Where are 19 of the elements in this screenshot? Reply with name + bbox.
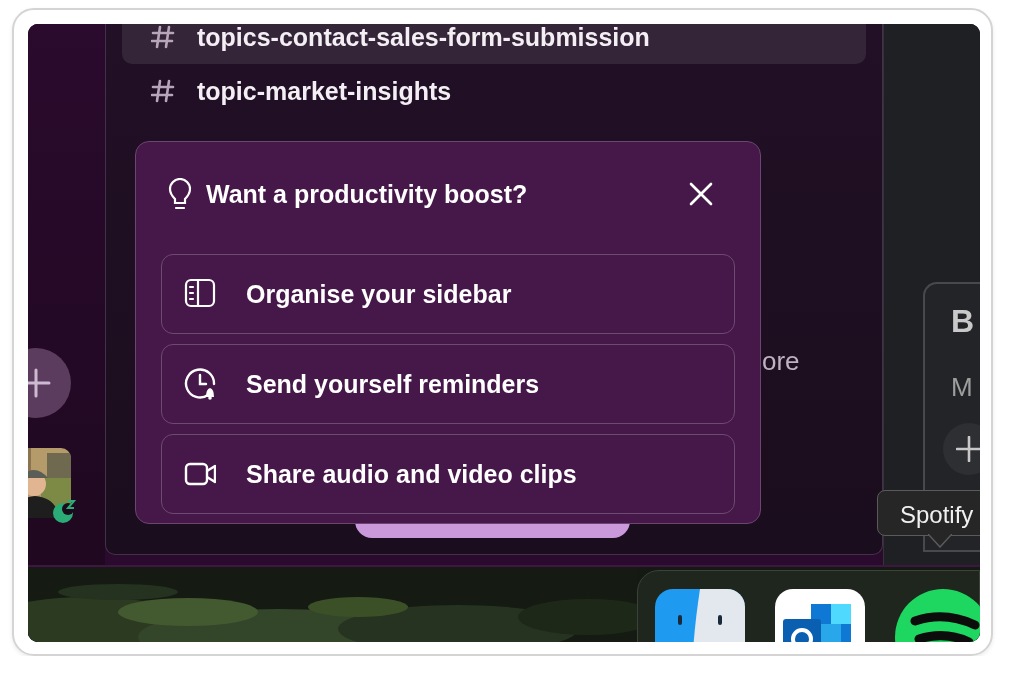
option-button[interactable]: Share audio and video clips	[161, 434, 735, 514]
plus-icon	[956, 436, 980, 462]
card-text: M	[951, 372, 973, 403]
clock-icon	[184, 367, 216, 401]
channel-item[interactable]: topic-market-insights	[122, 64, 866, 118]
hash-icon	[151, 25, 175, 49]
lightbulb-icon	[168, 178, 192, 210]
tooltip-text: Spotify	[900, 501, 974, 528]
option-button[interactable]: Send yourself reminders	[161, 344, 735, 424]
sidebar-item[interactable]: ore	[762, 345, 800, 377]
popup-title: Want a productivity boost?	[206, 179, 529, 209]
snooze-icon	[51, 498, 77, 524]
add-button[interactable]	[943, 423, 980, 475]
card-title: B	[951, 302, 975, 340]
close-icon	[689, 182, 713, 206]
option-button[interactable]: Organise your sidebar	[161, 254, 735, 334]
channel-item[interactable]: topics-contact-sales-form-submission	[122, 24, 866, 64]
hash-icon	[151, 79, 175, 103]
plus-icon	[28, 368, 51, 398]
